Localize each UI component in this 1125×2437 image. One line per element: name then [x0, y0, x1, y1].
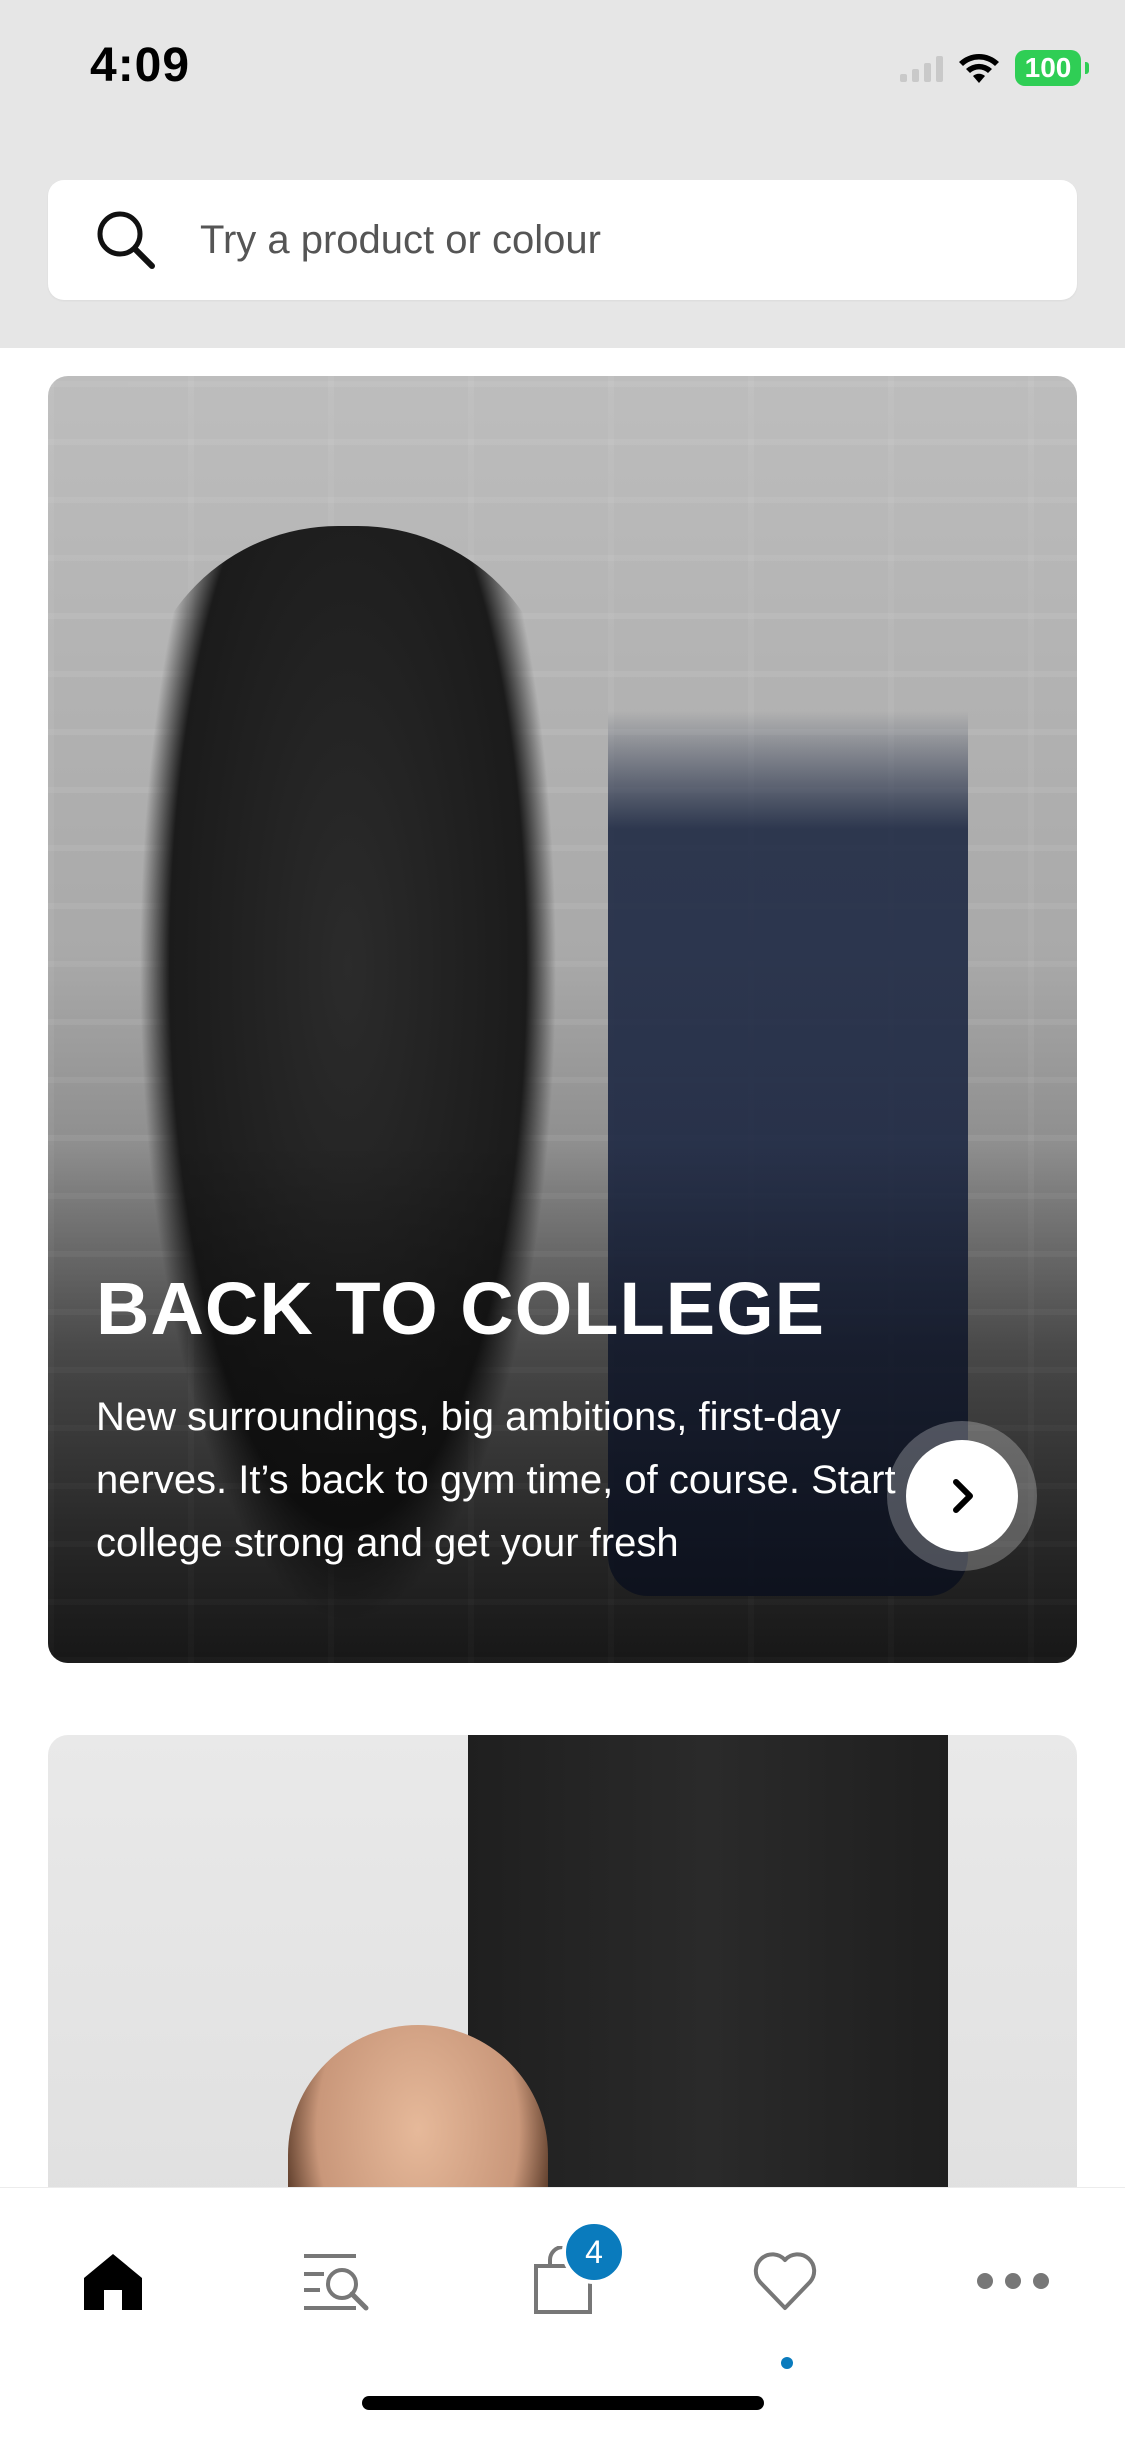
- cellular-signal-icon: [900, 54, 943, 82]
- home-indicator[interactable]: [362, 2396, 764, 2410]
- tab-wishlist[interactable]: [730, 2226, 840, 2336]
- battery-icon: 100: [1015, 50, 1089, 86]
- hero-description: New surroundings, big ambitions, first-d…: [96, 1395, 896, 1565]
- hero-banner[interactable]: BACK TO COLLEGE New surroundings, big am…: [48, 376, 1077, 1663]
- status-time: 4:09: [90, 39, 191, 92]
- battery-level: 100: [1024, 52, 1072, 83]
- header-area: 4:09 100: [0, 0, 1125, 348]
- bag-count-badge: 4: [562, 2220, 626, 2284]
- tab-search[interactable]: [280, 2226, 390, 2336]
- search-bar[interactable]: [48, 180, 1077, 300]
- search-icon: [97, 211, 155, 269]
- hero-next-button[interactable]: [887, 1421, 1037, 1571]
- tab-more[interactable]: [958, 2226, 1068, 2336]
- search-input[interactable]: [198, 216, 1002, 264]
- wifi-icon: [959, 54, 999, 83]
- tab-home[interactable]: [58, 2226, 168, 2336]
- wishlist-indicator-dot: [781, 2357, 793, 2369]
- status-indicators: 100: [900, 48, 1089, 88]
- search-list-icon: [304, 2254, 369, 2311]
- more-icon: [977, 2273, 1049, 2289]
- hero-title: BACK TO COLLEGE: [96, 1267, 825, 1350]
- heart-icon: [753, 2252, 817, 2310]
- home-icon: [84, 2254, 142, 2310]
- chevron-right-icon: [953, 1479, 973, 1513]
